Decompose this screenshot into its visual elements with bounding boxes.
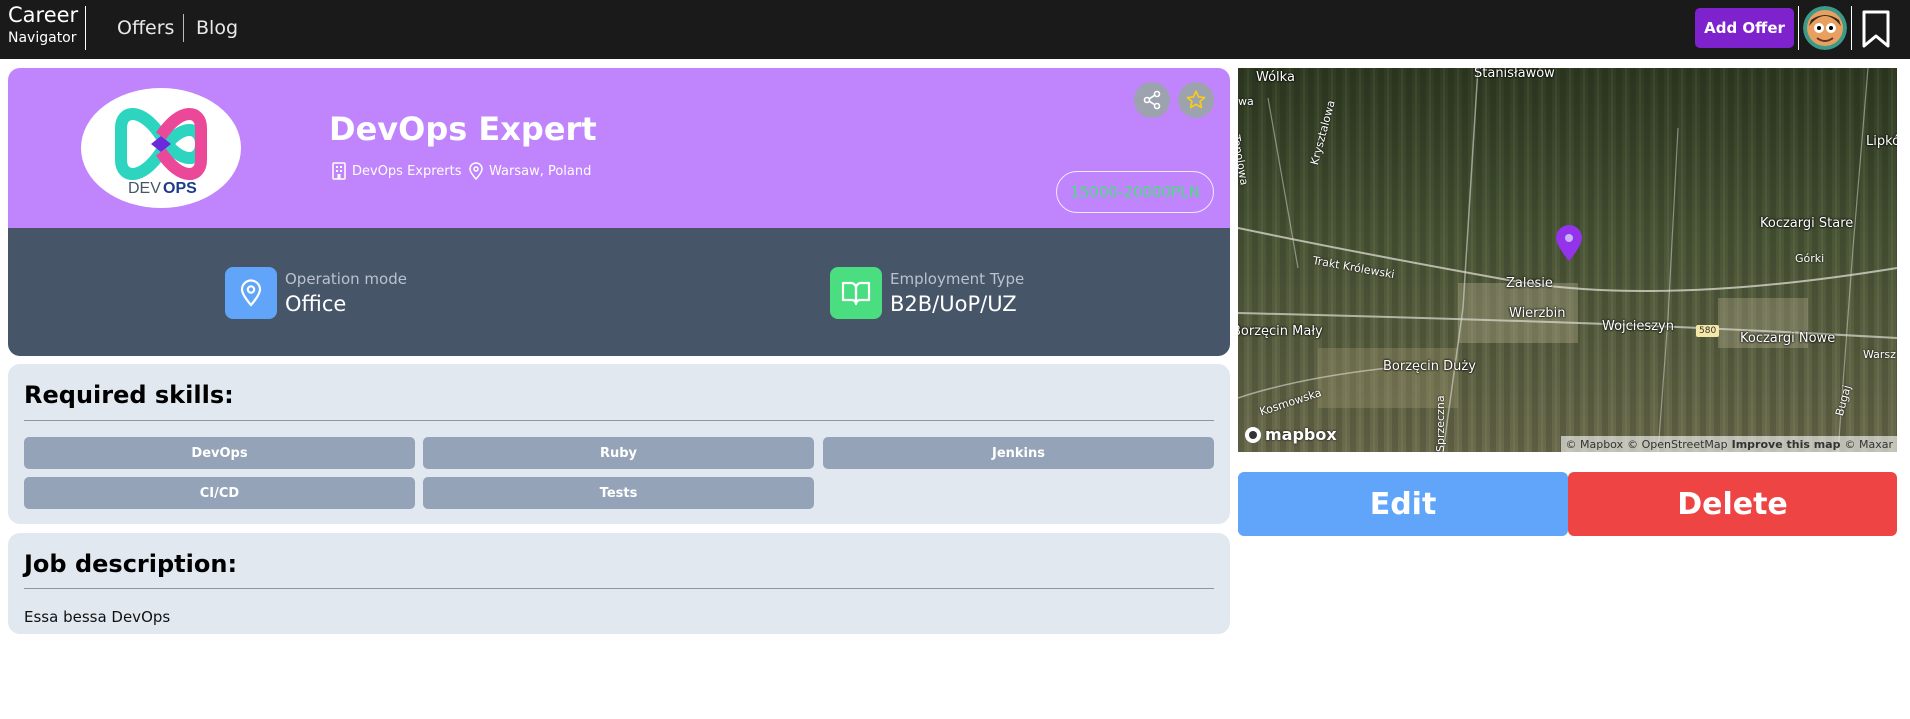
map-pin-icon — [225, 267, 277, 319]
add-offer-button[interactable]: Add Offer — [1695, 8, 1794, 48]
offer-header-card: DEV OPS DevOps Expert DevOps Exprerts Wa… — [8, 68, 1230, 356]
avatar[interactable] — [1803, 6, 1847, 50]
nav-divider — [183, 14, 184, 42]
employment-type-value: B2B/UoP/UZ — [890, 292, 1017, 316]
map-label: Borzęcin Mały — [1238, 324, 1323, 339]
description-divider — [24, 588, 1214, 589]
bookmark-icon[interactable] — [1860, 9, 1892, 49]
description-card: Job description: Essa bessa DevOps — [8, 533, 1230, 634]
brand-line-1: Career — [8, 3, 79, 27]
map-label: Wojcieszyn — [1602, 319, 1674, 334]
mapbox-icon — [1245, 426, 1261, 443]
favorite-button[interactable] — [1178, 82, 1214, 118]
map-label: Wierzbin — [1509, 306, 1566, 321]
map-pin-icon[interactable] — [1554, 224, 1584, 266]
route-shield: 580 — [1696, 325, 1720, 337]
offer-info-bar: Operation mode Office Employment Type B2… — [8, 228, 1230, 356]
map-label: Koczargi Stare — [1760, 216, 1854, 231]
skills-card: Required skills: DevOps Ruby Jenkins CI/… — [8, 364, 1230, 524]
brand-logo[interactable]: Career Navigator — [8, 3, 79, 46]
star-icon — [1186, 90, 1206, 109]
brand-line-2: Navigator — [8, 30, 77, 46]
operation-mode-label: Operation mode — [285, 270, 407, 288]
employment-type: Employment Type B2B/UoP/UZ — [830, 267, 1024, 319]
logo-text-light: DEV — [128, 180, 161, 197]
description-text: Essa bessa DevOps — [24, 608, 171, 626]
building-icon — [332, 162, 346, 180]
attribution-osm[interactable]: © OpenStreetMap — [1627, 438, 1728, 451]
employment-type-label: Employment Type — [890, 270, 1025, 288]
top-navbar: Career Navigator Offers Blog Add Offer — [0, 0, 1910, 59]
operation-mode: Operation mode Office — [225, 267, 407, 319]
skills-title: Required skills: — [24, 381, 234, 409]
map-label: wa — [1238, 95, 1254, 108]
attribution-maxar[interactable]: © Maxar — [1844, 438, 1893, 451]
skill-chip: Jenkins — [823, 437, 1214, 469]
map-label: Zalesie — [1506, 276, 1553, 291]
company-meta: DevOps Exprerts — [331, 162, 462, 180]
attribution-mapbox[interactable]: © Mapbox — [1565, 438, 1623, 451]
share-button[interactable] — [1134, 82, 1170, 118]
mapbox-logo-text: mapbox — [1265, 425, 1337, 444]
improve-map-link[interactable]: Improve this map — [1732, 438, 1841, 451]
logo-text-bold: OPS — [163, 180, 197, 197]
navbar-divider-2 — [1851, 6, 1852, 50]
delete-button[interactable]: Delete — [1568, 472, 1897, 536]
skill-chip: CI/CD — [24, 477, 415, 509]
brand-divider — [85, 6, 86, 50]
map-label: Lipków — [1866, 134, 1897, 149]
nav-link-blog[interactable]: Blog — [196, 17, 238, 39]
salary-badge: 15000-20000PLN — [1056, 171, 1214, 213]
navbar-divider-1 — [1798, 6, 1799, 50]
edit-button[interactable]: Edit — [1238, 472, 1568, 536]
skill-chip: Tests — [423, 477, 814, 509]
location-meta: Warsaw, Poland — [468, 162, 591, 180]
offer-hero: DEV OPS DevOps Expert DevOps Exprerts Wa… — [8, 68, 1230, 228]
job-location: Warsaw, Poland — [489, 163, 592, 179]
skills-divider — [24, 420, 1214, 421]
road-label: Sprzeczna — [1434, 395, 1447, 452]
nav-link-offers[interactable]: Offers — [117, 17, 174, 39]
map-attribution: © Mapbox © OpenStreetMap Improve this ma… — [1561, 436, 1897, 452]
skill-chip: Ruby — [423, 437, 814, 469]
operation-mode-value: Office — [285, 292, 347, 316]
map-label: Warsz — [1863, 348, 1896, 361]
mapbox-logo[interactable]: mapbox — [1244, 425, 1337, 444]
location-map[interactable]: Wólka Stanisławów Lipków Koczargi Stare … — [1238, 68, 1897, 452]
map-pin-icon — [469, 162, 483, 180]
map-label: Borzęcin Duży — [1383, 359, 1476, 374]
description-title: Job description: — [24, 550, 238, 578]
map-label: Koczargi Nowe — [1740, 331, 1836, 346]
map-label: Górki — [1795, 252, 1825, 265]
skill-chip: DevOps — [24, 437, 415, 469]
company-name: DevOps Exprerts — [352, 163, 462, 179]
company-logo: DEV OPS — [81, 88, 241, 208]
map-label: Stanisławów — [1474, 68, 1555, 81]
book-open-icon — [830, 267, 882, 319]
map-label: Wólka — [1256, 70, 1295, 85]
share-icon — [1143, 90, 1161, 110]
job-title: DevOps Expert — [329, 110, 597, 148]
